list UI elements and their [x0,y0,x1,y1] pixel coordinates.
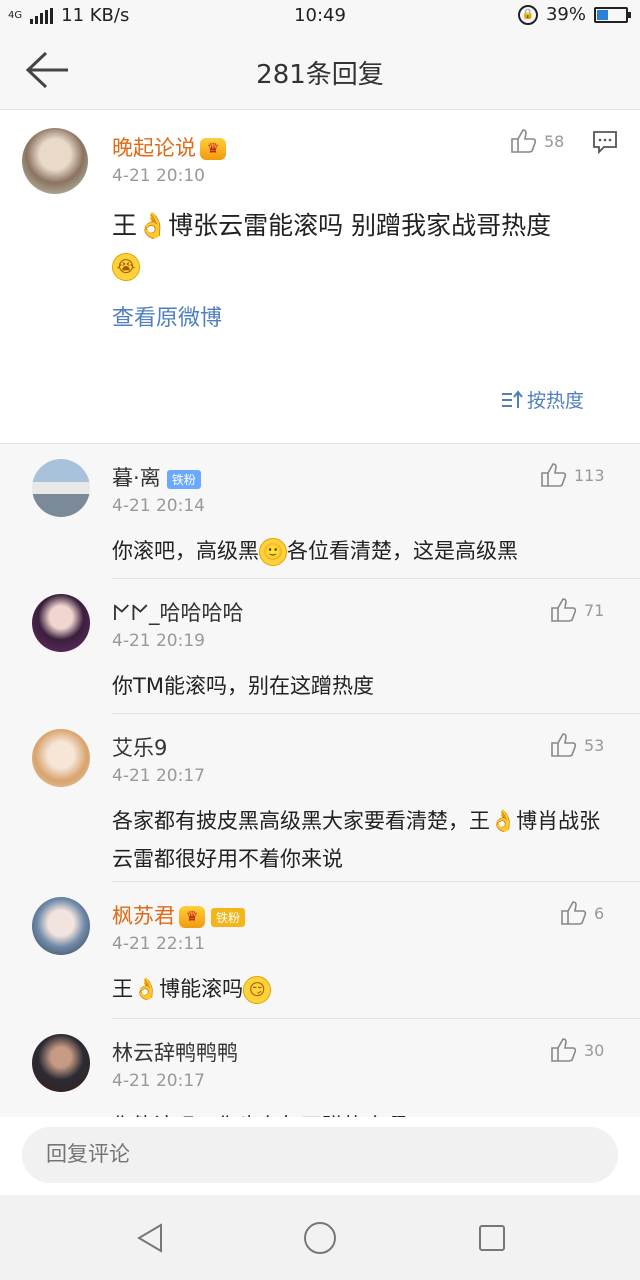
reply-text-part: 王👌博能滚吗 [112,977,244,1001]
reply-text: 你TM能滚吗，别在这蹭热度 [112,674,374,698]
crown-icon: ♛ [200,138,226,160]
reply-input-bar [0,1117,640,1195]
reply-list[interactable]: 暮·离 铁粉 4-21 20:14 113 你滚吧，高级黑 🙂 各位看清楚，这是高级黑… [0,443,640,1117]
thumbs-up-icon [551,733,577,757]
reply-timestamp: 4-21 20:19 [112,631,205,651]
battery-fill [597,9,608,20]
reply-text-part: 各位看清楚，这是高级黑 [287,539,518,563]
status-right: 🔒 39% [517,4,631,25]
username-text[interactable]: 暮·离 [112,466,161,490]
like-count: 6 [594,903,605,923]
like-count: 113 [574,465,605,485]
triangle-back-icon[interactable] [133,1221,167,1255]
main-like-button[interactable]: 58 [510,128,564,154]
reply-timestamp: 4-21 20:17 [112,766,205,786]
like-count: 53 [584,735,605,755]
avatar[interactable] [32,897,90,955]
fan-badge: 铁粉 [166,469,201,489]
comment-bubble-icon[interactable] [592,130,618,154]
username-text[interactable]: 枫苏君 [112,904,175,928]
top-header: 281条回复 [0,32,640,110]
sort-by-hot-button[interactable]: 按热度 [501,386,584,413]
main-comment: 晚起论说 ♛ 4-21 20:10 58 王👌博张云雷能滚吗 别蹭我家战哥热度 😭… [0,110,640,443]
smile-emoji-icon: 🙂 [259,538,287,566]
username-text[interactable]: 林云辞鸭鸭鸭 [112,1041,238,1065]
reply-item: 林云辞鸭鸭鸭 4-21 20:17 30 你能滚吗！你也有每天蹭热度啊 [0,1019,640,1117]
comment-text: 王👌博张云雷能滚吗 别蹭我家战哥热度 [112,211,552,240]
like-button[interactable]: 6 [560,900,604,926]
thumbs-up-icon [541,463,567,487]
thumbs-up-icon [551,1038,577,1062]
page-title: 281条回复 [256,60,384,90]
main-username[interactable]: 晚起论说 ♛ [112,132,226,162]
like-button[interactable]: 113 [540,462,605,488]
reply-username[interactable]: 枫苏君 ♛ 铁粉 [112,900,246,930]
thumbs-up-icon [551,598,577,622]
username-text[interactable]: 𐌍𐌍_哈哈哈哈 [112,601,244,625]
reply-item: 𐌍𐌍_哈哈哈哈 4-21 20:19 71 你TM能滚吗，别在这蹭热度 [0,579,640,714]
reply-username[interactable]: 𐌍𐌍_哈哈哈哈 [112,597,244,627]
square-recent-icon[interactable] [475,1221,509,1255]
battery-text: 39% [545,4,586,25]
username-text[interactable]: 晚起论说 [112,136,196,160]
sort-label: 按热度 [526,390,584,412]
main-timestamp: 4-21 20:10 [112,166,205,186]
system-nav-bar [0,1195,640,1280]
like-button[interactable]: 53 [550,732,604,758]
avatar[interactable] [32,594,90,652]
smirk-emoji-icon: 😏 [243,976,272,1004]
reply-input[interactable] [22,1127,618,1183]
reply-text: 你能滚吗！你也有每天蹭热度啊 [112,1107,612,1117]
avatar[interactable] [22,128,88,194]
reply-username[interactable]: 艾乐9 [112,732,167,762]
reply-text: 王👌博能滚吗 😏 [112,970,612,1008]
like-button[interactable]: 71 [550,597,604,623]
reply-timestamp: 4-21 20:14 [112,496,205,516]
avatar[interactable] [32,459,90,517]
like-count: 58 [544,131,565,151]
avatar[interactable] [32,729,90,787]
avatar[interactable] [32,1034,90,1092]
main-comment-text: 王👌博张云雷能滚吗 别蹭我家战哥热度 😭 [112,206,622,286]
reply-timestamp: 4-21 20:17 [112,1071,205,1091]
crying-face-emoji-icon: 😭 [112,253,140,281]
reply-text: 你滚吧，高级黑 🙂 各位看清楚，这是高级黑 [112,532,612,570]
thumbs-up-icon [561,901,587,925]
view-original-link[interactable]: 查看原微博 [112,300,222,332]
reply-timestamp: 4-21 22:11 [112,934,205,954]
sort-icon [501,389,523,408]
battery-icon [594,6,631,23]
circle-home-icon[interactable] [303,1221,337,1255]
reply-text-part: 你滚吧，高级黑 [112,539,259,563]
like-button[interactable]: 30 [550,1037,604,1063]
like-count: 71 [584,600,605,620]
reply-username[interactable]: 林云辞鸭鸭鸭 [112,1037,238,1067]
status-bar: 4G 11 KB/s 10:49 🔒 39% [0,0,640,32]
reply-item: 艾乐9 4-21 20:17 53 各家都有披皮黑高级黑大家要看清楚，王👌博肖战… [0,714,640,882]
reply-item: 枫苏君 ♛ 铁粉 4-21 22:11 6 王👌博能滚吗 😏 [0,882,640,1019]
rotation-lock-icon: 🔒 [517,4,538,25]
fan-badge: 铁粉 [211,907,246,927]
crown-icon: ♛ [179,906,205,928]
thumbs-up-icon [511,129,537,153]
username-text[interactable]: 艾乐9 [112,736,167,760]
reply-username[interactable]: 暮·离 铁粉 [112,462,201,492]
reply-item: 暮·离 铁粉 4-21 20:14 113 你滚吧，高级黑 🙂 各位看清楚，这是高级黑 [0,444,640,579]
like-count: 30 [584,1040,605,1060]
reply-text: 各家都有披皮黑高级黑大家要看清楚，王👌博肖战张云雷都很好用不着你来说 [112,809,601,871]
